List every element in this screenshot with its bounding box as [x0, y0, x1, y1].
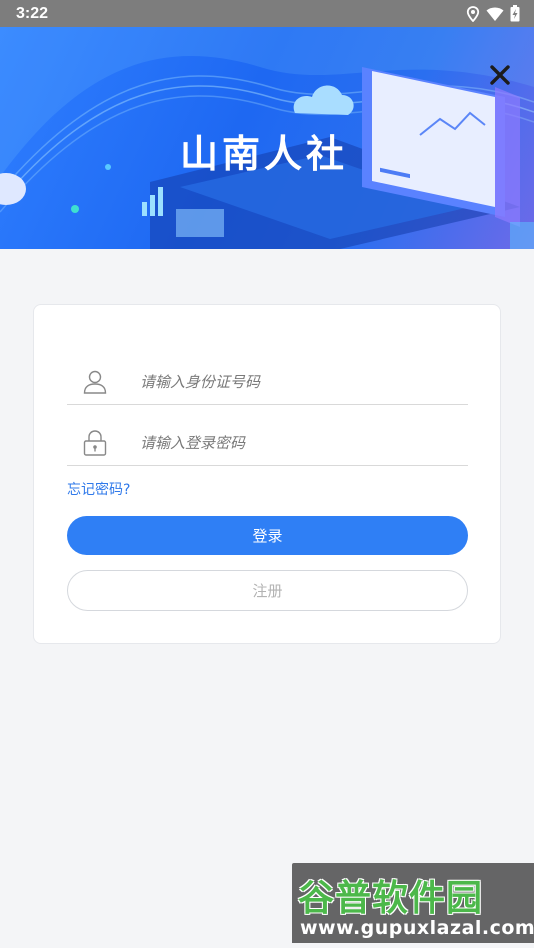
login-card: 忘记密码? 登录 注册	[33, 304, 501, 644]
lock-icon	[73, 428, 117, 458]
battery-icon	[510, 5, 520, 22]
watermark-url: www.gupuxlazal.com	[300, 917, 534, 939]
login-button[interactable]: 登录	[67, 516, 468, 555]
banner-title: 山南人社	[180, 132, 349, 176]
id-number-input[interactable]	[140, 372, 440, 391]
watermark: 谷普软件园 www.gupuxlazal.com	[292, 863, 534, 943]
user-icon	[73, 367, 117, 397]
close-button[interactable]	[484, 59, 516, 91]
status-time: 3:22	[16, 4, 49, 22]
status-bar: 3:22	[0, 0, 534, 27]
location-icon	[466, 5, 480, 22]
id-number-field	[67, 359, 468, 405]
header-banner: 山南人社	[0, 27, 534, 249]
status-icons	[466, 5, 520, 22]
password-field	[67, 420, 468, 466]
watermark-title: 谷普软件园	[298, 878, 484, 919]
wifi-icon	[486, 7, 504, 21]
forgot-password-link[interactable]: 忘记密码?	[67, 479, 130, 499]
close-icon	[490, 65, 510, 85]
password-input[interactable]	[140, 433, 440, 452]
register-button[interactable]: 注册	[67, 570, 468, 611]
